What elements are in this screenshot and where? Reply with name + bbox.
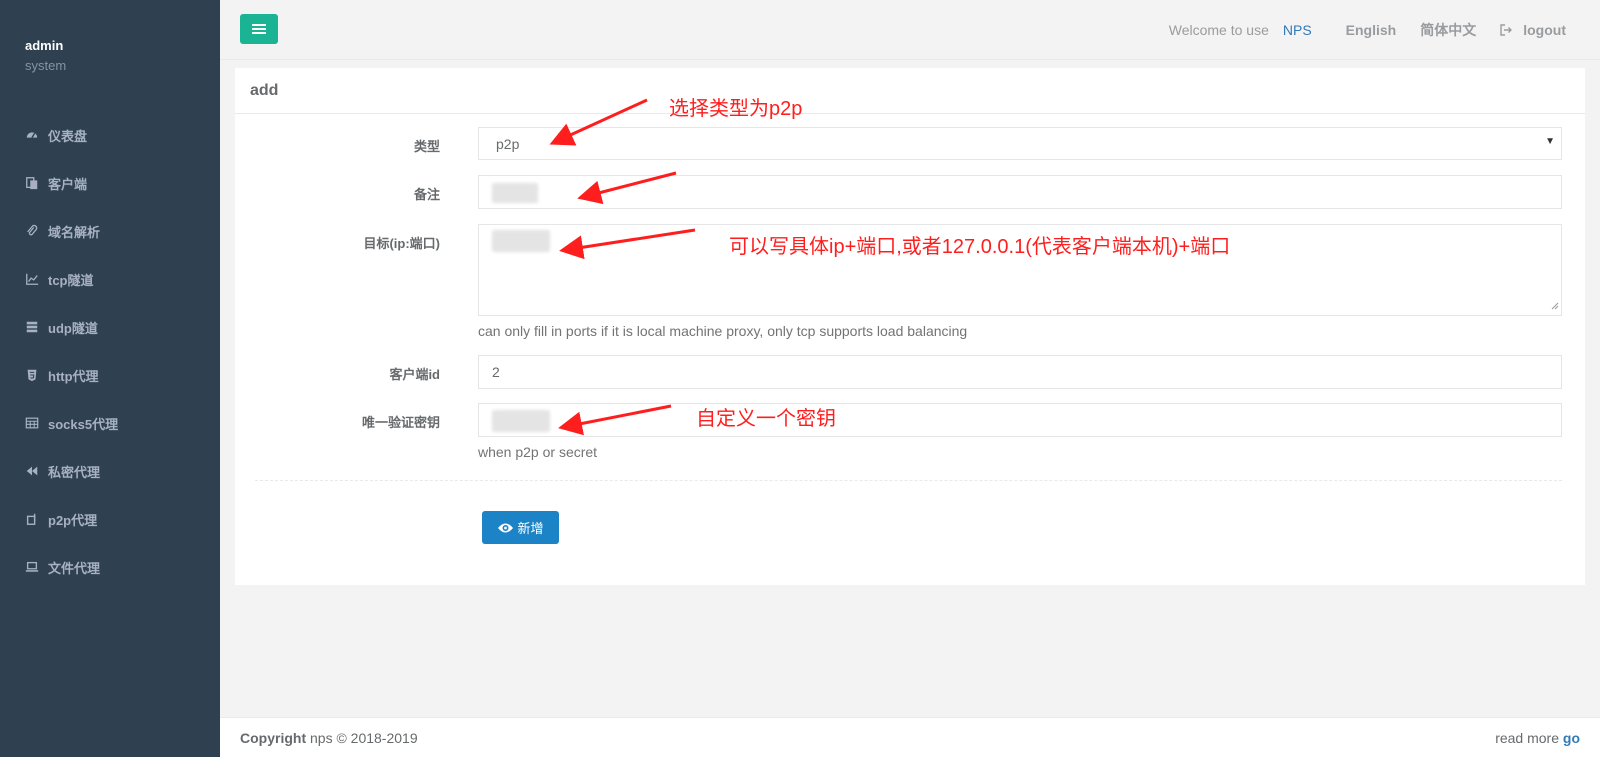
footer-copyright: Copyright nps © 2018-2019 (240, 730, 418, 746)
annotation-arrow (577, 171, 677, 205)
copyright-label: Copyright (240, 730, 307, 746)
read-more-text: read more (1495, 730, 1559, 746)
footer-read-more: read more go (1495, 730, 1580, 746)
footer: Copyright nps © 2018-2019 read more go (220, 717, 1600, 757)
annotation-target-note: 可以写具体ip+端口,或者127.0.0.1(代表客户端本机)+端口 (729, 236, 1231, 258)
annotation-arrow (559, 228, 696, 260)
annotation-arrow (558, 404, 672, 436)
copyright-text: nps © 2018-2019 (310, 730, 418, 746)
annotation-type-note: 选择类型为p2p (669, 98, 803, 120)
annotation-secret-note: 自定义一个密钥 (696, 408, 836, 430)
go-link[interactable]: go (1563, 730, 1580, 746)
annotation-arrow (549, 98, 648, 146)
